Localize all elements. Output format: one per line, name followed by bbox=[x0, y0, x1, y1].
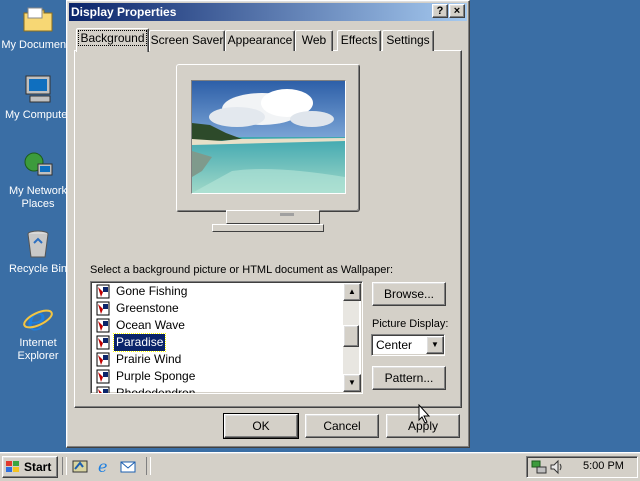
list-item[interactable]: Greenstone bbox=[94, 300, 342, 317]
internet-explorer-icon[interactable]: e Internet Explorer bbox=[0, 300, 76, 363]
arrow-up-icon: ▲ bbox=[348, 287, 356, 296]
paint-file-icon bbox=[96, 301, 110, 316]
ie-logo-icon: e bbox=[22, 300, 54, 338]
ie-label-2: Explorer bbox=[17, 350, 59, 362]
my-documents-icon[interactable]: My Documents bbox=[0, 4, 76, 52]
monitor-power-light bbox=[280, 213, 294, 216]
computer-icon bbox=[22, 74, 54, 106]
recycle-bin-label: Recycle Bin bbox=[8, 263, 68, 275]
volume-icon[interactable] bbox=[549, 459, 565, 475]
my-computer-icon[interactable]: My Computer bbox=[0, 74, 76, 122]
dropdown-arrow-button[interactable]: ▼ bbox=[426, 336, 444, 354]
svg-text:e: e bbox=[98, 458, 107, 474]
picture-display-value: Center bbox=[376, 338, 413, 352]
mouse-cursor-icon bbox=[418, 404, 430, 424]
list-item-label: Prairie Wind bbox=[116, 352, 182, 366]
cancel-button[interactable]: Cancel bbox=[305, 414, 379, 438]
pattern-label: Pattern... bbox=[384, 371, 434, 385]
taskbar-divider bbox=[62, 457, 67, 475]
paint-file-icon bbox=[96, 318, 110, 333]
tab-screen-saver[interactable]: Screen Saver bbox=[149, 30, 225, 51]
ok-button[interactable]: OK bbox=[223, 413, 299, 439]
start-button[interactable]: Start bbox=[2, 456, 58, 478]
internet-explorer-quicklaunch-icon[interactable]: e bbox=[96, 458, 112, 474]
monitor-stand bbox=[212, 224, 324, 232]
list-item-label: Greenstone bbox=[116, 301, 179, 315]
wallpaper-prompt: Select a background picture or HTML docu… bbox=[90, 264, 394, 276]
tab-background-label: Background bbox=[78, 30, 147, 46]
list-item[interactable]: Ocean Wave bbox=[94, 317, 342, 334]
system-tray: 5:00 PM bbox=[526, 456, 638, 478]
pattern-button[interactable]: Pattern... bbox=[372, 366, 446, 390]
help-icon: ? bbox=[436, 5, 444, 17]
start-label: Start bbox=[24, 460, 52, 474]
paint-file-icon bbox=[96, 352, 110, 367]
list-item-label: Purple Sponge bbox=[116, 369, 196, 383]
taskbar-divider-2 bbox=[146, 457, 151, 475]
list-item-selected[interactable]: Paradise bbox=[94, 333, 342, 352]
paint-file-icon bbox=[96, 369, 110, 384]
wallpaper-preview bbox=[191, 80, 346, 194]
window-title: Display Properties bbox=[71, 5, 177, 19]
list-item-label: Gone Fishing bbox=[116, 284, 188, 298]
cancel-label: Cancel bbox=[323, 419, 361, 433]
my-documents-label: My Documents bbox=[1, 39, 75, 51]
my-network-label-1: My Network bbox=[8, 185, 68, 197]
list-item[interactable]: Prairie Wind bbox=[94, 351, 342, 368]
browse-label: Browse... bbox=[383, 287, 434, 301]
my-network-places-icon[interactable]: My Network Places bbox=[0, 150, 76, 211]
recycle-bin-icon[interactable]: Recycle Bin bbox=[0, 228, 76, 276]
tab-appearance[interactable]: Appearance bbox=[225, 30, 295, 51]
outlook-express-icon[interactable] bbox=[120, 458, 136, 474]
network-connection-icon[interactable] bbox=[531, 459, 547, 475]
list-item-label: Rhododendron bbox=[116, 386, 196, 394]
scroll-thumb[interactable] bbox=[343, 325, 359, 347]
close-button[interactable]: × bbox=[449, 4, 465, 18]
ok-label: OK bbox=[252, 419, 270, 433]
paint-file-icon bbox=[96, 335, 110, 350]
windows-logo-icon bbox=[6, 461, 19, 472]
paint-file-icon bbox=[96, 386, 110, 393]
tab-effects[interactable]: Effects bbox=[337, 30, 381, 51]
tab-web-label: Web bbox=[301, 33, 327, 47]
tab-appearance-label: Appearance bbox=[227, 33, 293, 47]
arrow-down-icon: ▼ bbox=[348, 378, 356, 387]
picture-display-select[interactable]: Center ▼ bbox=[371, 334, 445, 356]
trash-icon bbox=[22, 228, 54, 260]
scroll-down-button[interactable]: ▼ bbox=[343, 374, 361, 392]
my-computer-label: My Computer bbox=[4, 109, 72, 121]
monitor-base bbox=[226, 210, 320, 224]
wallpaper-list[interactable]: Gone Fishing Greenstone Ocean Wave Parad… bbox=[90, 281, 363, 394]
title-bar[interactable]: Display Properties bbox=[69, 3, 467, 21]
list-item[interactable]: Rhododendron bbox=[94, 385, 342, 394]
picture-display-label: Picture Display: bbox=[372, 318, 449, 330]
clock[interactable]: 5:00 PM bbox=[583, 460, 624, 472]
tab-settings[interactable]: Settings bbox=[382, 30, 434, 51]
list-item[interactable]: Purple Sponge bbox=[94, 368, 342, 385]
help-button[interactable]: ? bbox=[432, 4, 448, 18]
list-scrollbar[interactable]: ▲ ▼ bbox=[343, 283, 361, 392]
browse-button[interactable]: Browse... bbox=[372, 282, 446, 306]
ie-label-1: Internet bbox=[19, 337, 57, 349]
my-network-label-2: Places bbox=[21, 198, 55, 210]
tab-effects-label: Effects bbox=[340, 33, 378, 47]
network-icon bbox=[22, 150, 54, 182]
scroll-up-button[interactable]: ▲ bbox=[343, 283, 361, 301]
tab-settings-label: Settings bbox=[386, 33, 430, 47]
show-desktop-icon[interactable] bbox=[72, 458, 88, 474]
paint-file-icon bbox=[96, 284, 110, 299]
list-item-label: Ocean Wave bbox=[116, 318, 185, 332]
tab-web[interactable]: Web bbox=[295, 30, 333, 51]
close-icon: × bbox=[453, 5, 461, 17]
tab-background[interactable]: Background bbox=[76, 28, 149, 52]
chevron-down-icon: ▼ bbox=[431, 340, 439, 349]
folder-icon bbox=[22, 4, 54, 36]
tab-screen-saver-label: Screen Saver bbox=[150, 33, 224, 47]
list-item[interactable]: Gone Fishing bbox=[94, 283, 342, 300]
list-item-label: Paradise bbox=[112, 333, 167, 352]
